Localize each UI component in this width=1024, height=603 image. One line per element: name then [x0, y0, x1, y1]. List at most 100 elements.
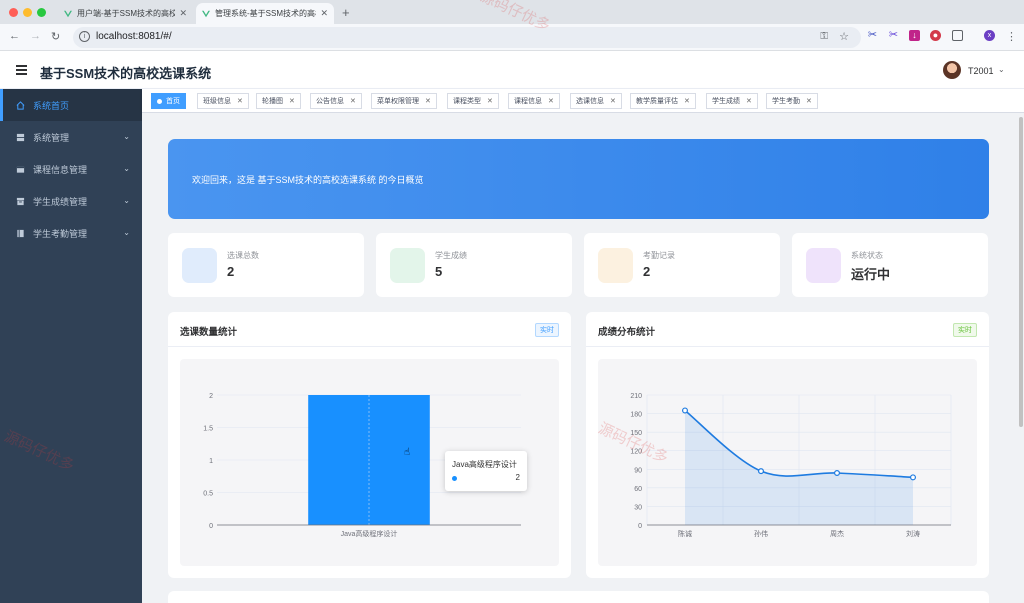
tag-course-type[interactable]: 课程类型 ✕ [447, 93, 499, 109]
tag-notice[interactable]: 公告信息 ✕ [310, 93, 362, 109]
tag-student-attendance[interactable]: 学生考勤 ✕ [766, 93, 818, 109]
card-header: 选课数量统计 实时 [168, 312, 571, 347]
y-tick-label: 60 [634, 486, 642, 493]
wallet-icon [16, 166, 25, 173]
new-tab-icon[interactable]: + [342, 5, 350, 20]
close-tab-icon[interactable]: ✕ [179, 8, 187, 19]
close-tag-icon[interactable]: ✕ [289, 97, 295, 105]
scrollbar-thumb[interactable] [1019, 117, 1023, 427]
server-icon [16, 133, 25, 141]
forward-icon[interactable]: → [30, 30, 41, 42]
sidebar-item-system[interactable]: 系统管理 ⌄ [0, 121, 142, 153]
close-window-button[interactable] [9, 8, 18, 17]
welcome-text: 欢迎回来，这是 基于SSM技术的高校选课系统 的今日概览 [192, 175, 424, 185]
url-field[interactable]: i localhost:8081/#/ ⚿ ☆ [73, 27, 861, 48]
menu-toggle-icon[interactable] [16, 65, 27, 77]
close-tag-icon[interactable]: ✕ [425, 97, 431, 105]
close-tag-icon[interactable]: ✕ [237, 97, 243, 105]
tooltip-title: Java高级程序设计 [452, 460, 517, 469]
bookmark-star-icon[interactable]: ☆ [839, 30, 849, 43]
browser-tab-admin[interactable]: 管理系统-基于SSM技术的高校选课系统 ✕ [196, 3, 334, 24]
tag-label: 教学质量评估 [636, 98, 678, 105]
app-header: 基于SSM技术的高校选课系统 T2001 ⌄ [0, 51, 1024, 89]
tag-label: 轮播图 [262, 98, 283, 105]
chevron-down-icon: ⌄ [123, 196, 130, 205]
close-tag-icon[interactable]: ✕ [806, 97, 812, 105]
username[interactable]: T2001 [968, 66, 994, 76]
maximize-window-button[interactable] [37, 8, 46, 17]
browser-menu-icon[interactable]: ⋮ [1006, 30, 1017, 43]
extensions-puzzle-icon[interactable] [952, 30, 963, 41]
area-chart: 0 30 60 90 120 150 180 210 陈诚 孙伟 周杰 刘涛 [630, 393, 952, 538]
data-point [681, 407, 688, 414]
scissors-extension-icon[interactable]: ✂ [867, 30, 878, 41]
tag-label: 选课信息 [576, 98, 604, 105]
y-tick-label: 90 [634, 467, 642, 474]
chevron-down-icon[interactable]: ⌄ [998, 65, 1005, 74]
close-tag-icon[interactable]: ✕ [487, 97, 493, 105]
stat-card-selections: 选课总数 2 [168, 233, 364, 297]
y-tick-label: 1.5 [203, 426, 213, 433]
sidebar-item-label: 学生成绩管理 [33, 196, 88, 207]
stat-icon-box [806, 248, 841, 283]
chevron-down-icon: ⌄ [123, 132, 130, 141]
close-tag-icon[interactable]: ✕ [350, 97, 356, 105]
y-tick-label: 210 [630, 393, 642, 400]
tag-teaching-evaluation[interactable]: 教学质量评估 ✕ [630, 93, 696, 109]
minimize-window-button[interactable] [23, 8, 32, 17]
record-extension-icon[interactable]: ● [930, 30, 941, 41]
site-info-icon[interactable]: i [79, 31, 90, 42]
archive-icon [16, 197, 25, 205]
tools-extension-icon[interactable]: ✂ [888, 30, 899, 41]
stat-value: 2 [643, 264, 651, 279]
reload-icon[interactable]: ↻ [51, 30, 60, 43]
y-tick-label: 0 [638, 523, 642, 530]
close-tab-icon[interactable]: ✕ [320, 8, 328, 19]
tag-selection-info[interactable]: 选课信息 ✕ [570, 93, 622, 109]
stat-label: 选课总数 [227, 251, 259, 260]
close-tag-icon[interactable]: ✕ [684, 97, 690, 105]
browser-tab-user[interactable]: 用户端-基于SSM技术的高校选课系统 ✕ [58, 3, 193, 24]
stat-value: 2 [227, 264, 235, 279]
avatar[interactable] [943, 61, 961, 79]
realtime-badge: 实时 [953, 323, 977, 337]
close-tag-icon[interactable]: ✕ [610, 97, 616, 105]
x-tick-label: 刘涛 [906, 529, 920, 538]
sidebar-item-grades[interactable]: 学生成绩管理 ⌄ [0, 185, 142, 217]
close-tag-icon[interactable]: ✕ [746, 97, 752, 105]
tag-label: 首页 [166, 98, 180, 105]
tag-carousel[interactable]: 轮播图 ✕ [256, 93, 301, 109]
tag-home[interactable]: 首页 [151, 93, 186, 109]
y-tick-label: 180 [630, 412, 642, 419]
chevron-down-icon: ⌄ [123, 228, 130, 237]
chevron-down-icon: ⌄ [123, 164, 130, 173]
sidebar-item-course[interactable]: 课程信息管理 ⌄ [0, 153, 142, 185]
active-dot-icon [157, 98, 162, 104]
tag-label: 课程类型 [453, 98, 481, 105]
download-extension-icon[interactable]: ↓ [909, 30, 920, 41]
tag-class-info[interactable]: 班级信息 ✕ [197, 93, 249, 109]
y-tick-label: 0.5 [203, 491, 213, 498]
mouse-pointer-icon: ☝ [404, 447, 411, 458]
sidebar-item-home[interactable]: 系统首页 [0, 89, 142, 121]
scrollbar[interactable] [1018, 113, 1024, 603]
card-title: 成绩分布统计 [598, 327, 656, 338]
key-icon[interactable]: ⚿ [820, 31, 828, 42]
stat-label: 学生成绩 [435, 251, 467, 260]
tag-student-grades[interactable]: 学生成绩 ✕ [706, 93, 758, 109]
back-icon[interactable]: ← [9, 30, 20, 42]
tag-course-info[interactable]: 课程信息 ✕ [508, 93, 560, 109]
stat-card-grades: 学生成绩 5 [376, 233, 572, 297]
next-card [168, 591, 989, 603]
tag-menu-permissions[interactable]: 菜单权限管理 ✕ [371, 93, 437, 109]
home-icon [16, 100, 25, 110]
tooltip-value: 2 [515, 473, 520, 482]
profile-avatar[interactable]: x [984, 30, 995, 41]
chart-tooltip: Java高级程序设计 2 [445, 451, 527, 491]
stat-card-attendance: 考勤记录 2 [584, 233, 780, 297]
y-tick-label: 120 [630, 449, 642, 456]
close-tag-icon[interactable]: ✕ [548, 97, 554, 105]
chart-plot-area: 0 0.5 1 1.5 2 Java高级程序设计 Java高级程序设计 2 ☝ [180, 359, 559, 566]
series-dot-icon [452, 476, 457, 481]
sidebar-item-attendance[interactable]: 学生考勤管理 ⌄ [0, 217, 142, 249]
